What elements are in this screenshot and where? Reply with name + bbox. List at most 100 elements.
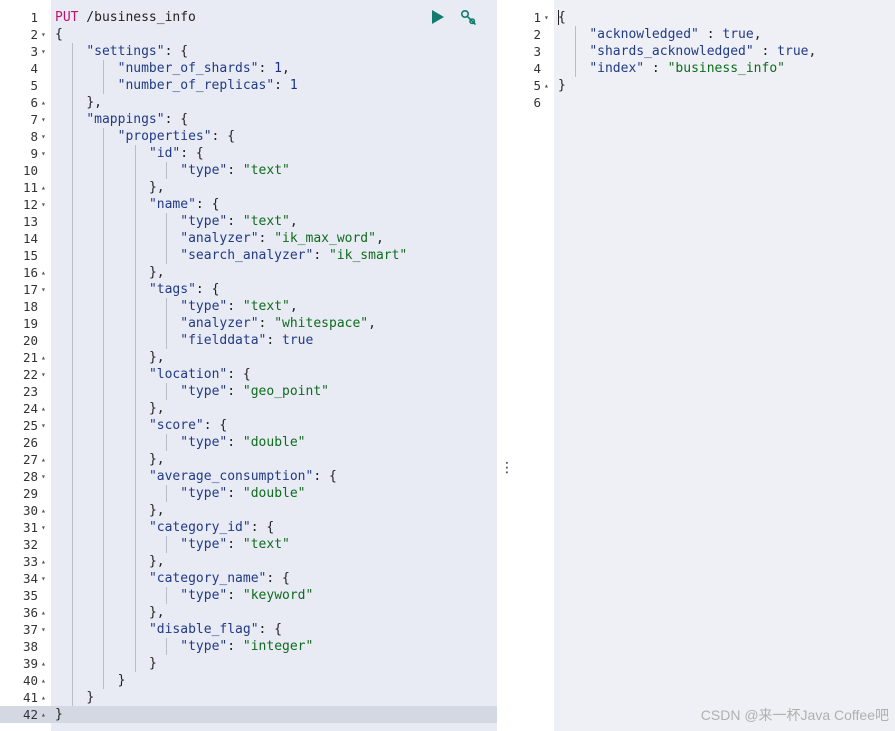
response-viewer[interactable]: 1 ▾ {2 "acknowledged" : true, 3 "shards_ackno… bbox=[511, 0, 895, 731]
request-line[interactable]: 10 "type": "text" bbox=[0, 162, 497, 179]
indent-guide bbox=[134, 179, 136, 196]
fold-collapse-icon[interactable]: ▾ bbox=[41, 196, 51, 213]
request-line[interactable]: 41 ▴} bbox=[0, 689, 497, 706]
play-icon[interactable] bbox=[432, 10, 444, 24]
fold-collapse-icon[interactable]: ▾ bbox=[41, 621, 51, 638]
indent-guide bbox=[72, 94, 73, 111]
token-punc: : bbox=[227, 537, 243, 552]
request-line[interactable]: 36 ▴}, bbox=[0, 604, 497, 621]
code-text: "disable_flag": { bbox=[55, 621, 282, 638]
request-line[interactable]: 33 ▴}, bbox=[0, 553, 497, 570]
response-line[interactable]: 4 "index" : "business_info" bbox=[511, 60, 895, 77]
fold-collapse-icon[interactable]: ▾ bbox=[41, 26, 51, 43]
request-line[interactable]: 18 "type": "text", bbox=[0, 298, 497, 315]
wrench-icon[interactable] bbox=[459, 8, 479, 28]
request-line[interactable]: 13 "type": "text", bbox=[0, 213, 497, 230]
request-line[interactable]: 34 ▾ "category_name": { bbox=[0, 570, 497, 587]
request-line[interactable]: 39 ▴} bbox=[0, 655, 497, 672]
request-line[interactable]: 9 ▾ "id": { bbox=[0, 145, 497, 162]
request-line[interactable]: 2 ▾ { bbox=[0, 26, 497, 43]
indent-guide bbox=[103, 417, 105, 434]
request-line[interactable]: 40 ▴} bbox=[0, 672, 497, 689]
divider-handle-icon[interactable]: ⋮ bbox=[500, 460, 514, 476]
indent-guide bbox=[103, 315, 105, 332]
token-key: "disable_flag" bbox=[148, 622, 259, 637]
request-line[interactable]: 15 "search_analyzer": "ik_smart" bbox=[0, 247, 497, 264]
response-line[interactable]: 5 ▴} bbox=[511, 77, 895, 94]
request-line[interactable]: 8 ▾ "properties": { bbox=[0, 128, 497, 145]
fold-collapse-icon[interactable]: ▾ bbox=[41, 128, 51, 145]
fold-collapse-icon[interactable]: ▾ bbox=[41, 366, 51, 383]
fold-collapse-icon[interactable]: ▾ bbox=[41, 43, 51, 60]
token-punc: : bbox=[258, 231, 275, 246]
request-line[interactable]: 5 "number_of_replicas": 1 bbox=[0, 77, 497, 94]
request-line[interactable]: 27 ▴}, bbox=[0, 451, 497, 468]
code-text: "properties": { bbox=[55, 128, 235, 145]
fold-collapse-icon[interactable]: ▾ bbox=[41, 468, 51, 485]
token-bool: true bbox=[777, 44, 809, 59]
request-line[interactable]: 17 ▾ "tags": { bbox=[0, 281, 497, 298]
request-line[interactable]: 42 ▴} bbox=[0, 706, 497, 723]
request-line[interactable]: 19 "analyzer": "whitespace", bbox=[0, 315, 497, 332]
fold-expand-icon[interactable]: ▴ bbox=[41, 706, 51, 723]
fold-expand-icon[interactable]: ▴ bbox=[41, 502, 51, 519]
request-line[interactable]: 11 ▴}, bbox=[0, 179, 497, 196]
fold-expand-icon[interactable]: ▴ bbox=[41, 349, 51, 366]
indent-guide bbox=[165, 383, 167, 400]
request-line[interactable]: 12 ▾ "name": { bbox=[0, 196, 497, 213]
request-line[interactable]: 23 "type": "geo_point" bbox=[0, 383, 497, 400]
fold-expand-icon[interactable]: ▴ bbox=[41, 400, 51, 417]
fold-collapse-icon[interactable]: ▾ bbox=[41, 111, 51, 128]
request-line[interactable]: 14 "analyzer": "ik_max_word", bbox=[0, 230, 497, 247]
indent-guide bbox=[134, 434, 136, 451]
request-line[interactable]: 6 ▴}, bbox=[0, 94, 497, 111]
fold-expand-icon[interactable]: ▴ bbox=[41, 689, 51, 706]
request-line[interactable]: 20 "fielddata": true bbox=[0, 332, 497, 349]
fold-expand-icon[interactable]: ▴ bbox=[544, 77, 554, 94]
request-line[interactable]: 31 ▾ "category_id": { bbox=[0, 519, 497, 536]
response-line[interactable]: 2 "acknowledged" : true, bbox=[511, 26, 895, 43]
request-line[interactable]: 28 ▾ "average_consumption": { bbox=[0, 468, 497, 485]
response-line[interactable]: 3 "shards_acknowledged" : true, bbox=[511, 43, 895, 60]
fold-expand-icon[interactable]: ▴ bbox=[41, 604, 51, 621]
fold-expand-icon[interactable]: ▴ bbox=[41, 553, 51, 570]
indent-guide bbox=[103, 264, 105, 281]
token-punc: : bbox=[227, 163, 243, 178]
request-line[interactable]: 1 PUT /business_info bbox=[0, 9, 497, 26]
pane-divider[interactable] bbox=[497, 0, 511, 731]
response-line[interactable]: 1 ▾ { bbox=[511, 9, 895, 26]
indent-guide bbox=[103, 162, 105, 179]
request-line[interactable]: 35 "type": "keyword" bbox=[0, 587, 497, 604]
fold-collapse-icon[interactable]: ▾ bbox=[544, 9, 554, 26]
request-line[interactable]: 30 ▴}, bbox=[0, 502, 497, 519]
request-line[interactable]: 4 "number_of_shards": 1, bbox=[0, 60, 497, 77]
line-number: 16 bbox=[22, 265, 38, 280]
request-line[interactable]: 16 ▴}, bbox=[0, 264, 497, 281]
request-line[interactable]: 21 ▴}, bbox=[0, 349, 497, 366]
request-line[interactable]: 25 ▾ "score": { bbox=[0, 417, 497, 434]
request-line[interactable]: 3 ▾ "settings": { bbox=[0, 43, 497, 60]
request-line[interactable]: 22 ▾ "location": { bbox=[0, 366, 497, 383]
fold-collapse-icon[interactable]: ▾ bbox=[41, 570, 51, 587]
request-line[interactable]: 38 "type": "integer" bbox=[0, 638, 497, 655]
request-line[interactable]: 24 ▴}, bbox=[0, 400, 497, 417]
request-line[interactable]: 26 "type": "double" bbox=[0, 434, 497, 451]
fold-expand-icon[interactable]: ▴ bbox=[41, 94, 51, 111]
fold-expand-icon[interactable]: ▴ bbox=[41, 655, 51, 672]
fold-expand-icon[interactable]: ▴ bbox=[41, 451, 51, 468]
request-line[interactable]: 32 "type": "text" bbox=[0, 536, 497, 553]
request-editor[interactable]: 1 PUT /business_info 2 ▾{3 ▾ "settings": {4 "n… bbox=[0, 0, 497, 731]
request-line[interactable]: 29 "type": "double" bbox=[0, 485, 497, 502]
fold-expand-icon[interactable]: ▴ bbox=[41, 179, 51, 196]
fold-expand-icon[interactable]: ▴ bbox=[41, 672, 51, 689]
line-number: 4 bbox=[533, 61, 541, 76]
fold-collapse-icon[interactable]: ▾ bbox=[41, 281, 51, 298]
line-number: 5 bbox=[533, 78, 541, 93]
request-line[interactable]: 7 ▾ "mappings": { bbox=[0, 111, 497, 128]
fold-expand-icon[interactable]: ▴ bbox=[41, 264, 51, 281]
fold-collapse-icon[interactable]: ▾ bbox=[41, 145, 51, 162]
request-line[interactable]: 37 ▾ "disable_flag": { bbox=[0, 621, 497, 638]
fold-collapse-icon[interactable]: ▾ bbox=[41, 519, 51, 536]
fold-collapse-icon[interactable]: ▾ bbox=[41, 417, 51, 434]
response-line[interactable]: 6 bbox=[511, 94, 895, 111]
